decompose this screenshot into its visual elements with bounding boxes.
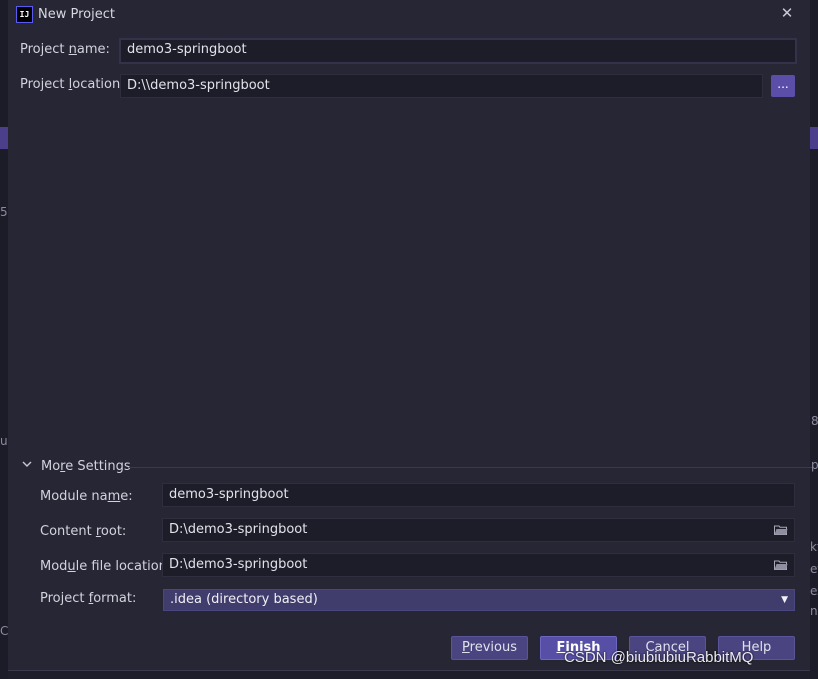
project-name-value: demo3-springboot bbox=[127, 42, 247, 57]
module-file-location-label: Module file location: bbox=[40, 559, 172, 574]
background-text-fragment: p bbox=[811, 458, 818, 472]
intellij-logo-icon: IJ bbox=[16, 6, 33, 23]
content-root-value: D:\demo3-springboot bbox=[169, 522, 308, 537]
previous-button[interactable]: Previous bbox=[451, 636, 528, 660]
project-location-value: D:\\demo3-springboot bbox=[127, 78, 270, 93]
background-text-fragment: et bbox=[810, 562, 818, 576]
project-location-label: Project location: bbox=[20, 77, 125, 92]
new-project-dialog: IJ New Project ✕ Project name: demo3-spr… bbox=[8, 0, 812, 671]
module-file-location-value: D:\demo3-springboot bbox=[169, 557, 308, 572]
module-name-value: demo3-springboot bbox=[169, 487, 289, 502]
background-text-fragment: kt bbox=[810, 540, 818, 554]
background-accent-stripe bbox=[0, 127, 8, 149]
background-app-left bbox=[0, 0, 8, 679]
background-text-fragment: u bbox=[0, 434, 8, 448]
chevron-down-icon bbox=[22, 458, 32, 476]
csdn-watermark: CSDN @biubiubiuRabbitMQ bbox=[564, 649, 754, 666]
project-location-input[interactable]: D:\\demo3-springboot bbox=[120, 74, 763, 98]
dialog-titlebar[interactable]: IJ New Project ✕ bbox=[8, 0, 810, 30]
browse-location-button[interactable]: ... bbox=[771, 75, 795, 97]
dialog-title: New Project bbox=[38, 7, 115, 22]
background-app-right bbox=[810, 0, 818, 679]
project-format-label: Project format: bbox=[40, 591, 137, 606]
project-format-select[interactable]: .idea (directory based) ▼ bbox=[163, 589, 795, 611]
module-name-label: Module name: bbox=[40, 489, 133, 504]
background-text-fragment: 5 bbox=[0, 205, 8, 219]
module-name-input[interactable]: demo3-springboot bbox=[162, 483, 795, 507]
background-text-fragment: 8 bbox=[811, 414, 818, 428]
content-root-input[interactable]: D:\demo3-springboot bbox=[162, 518, 795, 542]
more-settings-label: More Settings bbox=[41, 459, 131, 474]
project-name-input[interactable]: demo3-springboot bbox=[119, 38, 797, 64]
folder-icon[interactable] bbox=[774, 525, 788, 535]
background-text-fragment: no bbox=[810, 604, 818, 618]
content-root-label: Content root: bbox=[40, 524, 127, 539]
background-text-fragment: ex bbox=[810, 584, 818, 598]
section-divider bbox=[129, 467, 812, 468]
dropdown-arrow-icon: ▼ bbox=[781, 595, 788, 605]
folder-icon[interactable] bbox=[774, 560, 788, 570]
module-file-location-input[interactable]: D:\demo3-springboot bbox=[162, 553, 795, 577]
background-accent-stripe bbox=[810, 127, 818, 149]
project-name-label: Project name: bbox=[20, 42, 110, 57]
project-format-value: .idea (directory based) bbox=[170, 592, 318, 607]
more-settings-toggle[interactable]: More Settings bbox=[22, 458, 812, 476]
close-icon[interactable]: ✕ bbox=[778, 4, 796, 22]
